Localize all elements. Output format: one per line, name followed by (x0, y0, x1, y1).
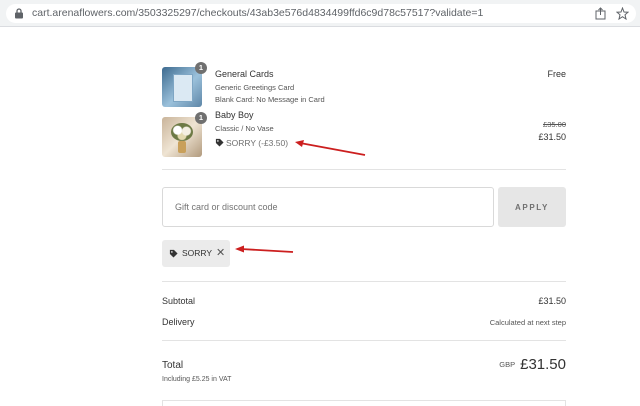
item-price: Free (547, 69, 566, 79)
item-variant: Generic Greetings Card (215, 83, 295, 92)
item-name: Baby Boy (215, 110, 254, 120)
annotation-arrow (235, 245, 294, 253)
item-name: General Cards (215, 69, 274, 79)
item-detail: Blank Card: No Message in Card (215, 95, 325, 104)
item-discount: SORRY (-£3.50) (215, 138, 288, 148)
url-field[interactable]: cart.arenaflowers.com/3503325297/checkou… (6, 4, 636, 23)
discount-tag-icon (215, 138, 224, 147)
remove-discount-icon[interactable]: ✕ (216, 246, 225, 259)
annotation-arrow (295, 140, 366, 156)
quantity-badge: 1 (195, 112, 207, 124)
product-image-general-cards (162, 67, 202, 107)
divider (162, 340, 566, 341)
item-original-price: £35.00 (543, 120, 566, 129)
bookmark-star-icon[interactable] (616, 7, 629, 20)
total-value: £31.50 (520, 356, 566, 373)
discount-tag-icon (169, 249, 178, 258)
divider (162, 169, 566, 170)
discount-code-input[interactable] (162, 187, 494, 227)
quantity-badge: 1 (195, 62, 207, 74)
applied-discount-chip: SORRY ✕ (162, 240, 230, 267)
subtotal-value: £31.50 (538, 296, 566, 306)
lock-icon (15, 8, 23, 19)
currency-code: GBP (499, 360, 516, 369)
item-price: £31.50 (538, 132, 566, 142)
delivery-label: Delivery (162, 317, 195, 327)
item-discount-text: SORRY (-£3.50) (226, 138, 289, 148)
item-variant: Classic / No Vase (215, 124, 274, 133)
apply-button[interactable]: APPLY (498, 187, 566, 227)
next-section-box (162, 400, 566, 406)
delivery-value: Calculated at next step (489, 318, 566, 327)
applied-discount-code: SORRY (182, 248, 213, 258)
share-icon[interactable] (594, 7, 607, 20)
product-image-baby-boy (162, 117, 202, 157)
total-label: Total (162, 360, 184, 371)
browser-address-bar: cart.arenaflowers.com/3503325297/checkou… (0, 0, 640, 27)
total-amount: GBP £31.50 (499, 356, 566, 374)
vat-note: Including £5.25 in VAT (162, 376, 232, 383)
divider (162, 281, 566, 282)
subtotal-label: Subtotal (162, 296, 196, 306)
order-summary: 1 General Cards Generic Greetings Card B… (162, 27, 566, 406)
url-text: cart.arenaflowers.com/3503325297/checkou… (32, 7, 484, 19)
